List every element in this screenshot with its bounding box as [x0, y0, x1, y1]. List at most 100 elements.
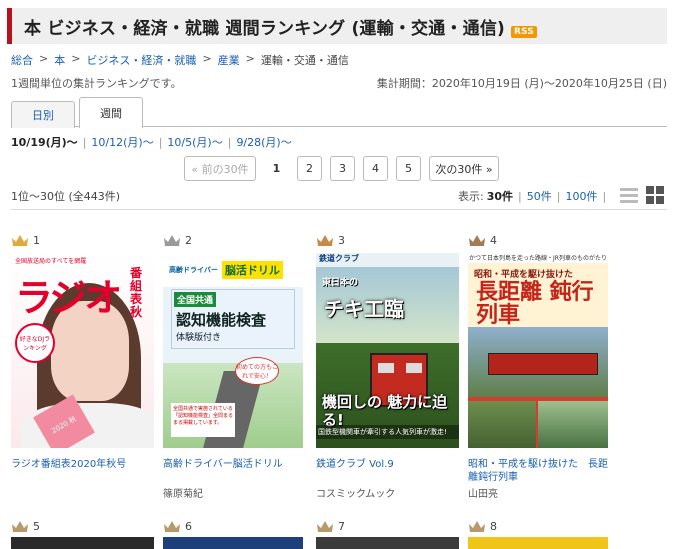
week-current: 10/19(月)～	[11, 136, 78, 149]
result-count: 1位～30位 (全443件)	[11, 190, 121, 203]
cover-badge: 好きなDJランキング	[15, 323, 55, 363]
rank-line: 2	[163, 232, 303, 248]
breadcrumb-separator: >	[71, 52, 81, 65]
cover-text: 機回しの 魅力に迫る!	[322, 393, 448, 429]
week-selector: 10/19(月)～ | 10/12(月)～ | 10/5(月)～ | 9/28(…	[11, 134, 292, 150]
display-count-selector: 表示: 30件 | 50件 | 100件 |	[458, 188, 611, 204]
rss-badge[interactable]: RSS	[510, 25, 538, 38]
book-title-link[interactable]: 鉄道クラブ Vol.9	[316, 458, 461, 471]
rank-line: 6	[163, 518, 303, 534]
crown-icon	[163, 234, 181, 247]
ranking-item: 4	[468, 232, 608, 248]
page-button[interactable]: 2	[297, 156, 322, 181]
week-link[interactable]: 9/28(月)～	[236, 134, 291, 150]
display-option-100[interactable]: 100件	[565, 188, 597, 204]
book-title-link[interactable]: 昭和・平成を駆け抜けた 長距離鈍行列車	[468, 458, 613, 484]
cover-text: 全国共通で実施されている「認知機能検査」全問まるまる掲載しています。	[171, 403, 235, 437]
rank-line: 3	[316, 232, 456, 248]
pagination: « 前の30件 1 2 3 4 5 次の30件 »	[184, 156, 499, 181]
breadcrumb-separator: >	[39, 52, 49, 65]
rank-line: 4	[468, 232, 608, 248]
breadcrumb: 総合 > 本 > ビジネス・経済・就職 > 産業 > 運輸・交通・通信	[11, 52, 349, 68]
cover-text: 全国放送局のすべてを網羅	[15, 258, 87, 265]
tab-daily[interactable]: 日別	[11, 101, 75, 128]
rank-line: 1	[11, 232, 151, 248]
display-separator: |	[518, 189, 522, 203]
prev-page-button[interactable]: « 前の30件	[184, 156, 256, 181]
book-author: コスミックムック	[316, 489, 396, 500]
breadcrumb-separator: >	[202, 52, 212, 65]
book-cover-image[interactable]	[163, 537, 303, 549]
crown-icon	[468, 234, 486, 247]
display-separator: |	[556, 189, 561, 203]
book-cover-image[interactable]	[316, 537, 459, 549]
page-button[interactable]: 5	[396, 156, 421, 181]
cover-text: 初めての方もこれで安心！	[235, 357, 279, 385]
book-title-link[interactable]: 高齢ドライバー脳活ドリル	[163, 458, 308, 471]
rank-number: 4	[490, 233, 497, 247]
week-link[interactable]: 10/12(月)～	[91, 134, 153, 150]
ranking-item: 1	[11, 232, 151, 248]
book-author: 篠原菊紀	[163, 489, 203, 500]
breadcrumb-item-books[interactable]: 本	[54, 52, 65, 68]
next-page-button[interactable]: 次の30件 »	[429, 156, 499, 181]
breadcrumb-separator: >	[245, 52, 255, 65]
cover-text: 昭和・平成を駆け抜けた	[474, 270, 574, 280]
grid-view-icon[interactable]	[646, 186, 664, 204]
crown-icon	[11, 234, 29, 247]
ranking-item: 7	[316, 518, 456, 534]
display-option-50[interactable]: 50件	[527, 188, 552, 204]
book-author: 山田亮	[468, 489, 498, 500]
cover-text: 体験版付き	[176, 333, 222, 343]
book-cover-image[interactable]: 全国放送局のすべてを網羅 ラジオ 番組表 秋 好きなDJランキング 2020 秋	[11, 253, 154, 448]
rank-number: 2	[185, 233, 192, 247]
crown-icon	[468, 520, 486, 533]
rank-line: 7	[316, 518, 456, 534]
breadcrumb-item-industry[interactable]: 産業	[218, 52, 240, 68]
tab-weekly[interactable]: 週間	[79, 97, 143, 128]
rank-number: 8	[490, 519, 497, 533]
cover-text: かつて日本列島を走った路線・JR列車のものがたり	[468, 253, 608, 263]
breadcrumb-item-all[interactable]: 総合	[11, 52, 33, 68]
ranking-item: 6	[163, 518, 303, 534]
cover-text: 高齢ドライバー	[169, 266, 218, 274]
ranking-description: 1週間単位の集計ランキングです。	[11, 77, 182, 90]
rank-number: 6	[185, 519, 192, 533]
cover-text: 長距離 鈍行列車	[476, 280, 594, 328]
cover-text: 国鉄型機関車が牽引する人気列車が激走!	[316, 425, 459, 439]
rank-number: 5	[33, 519, 40, 533]
cover-text: チキ工臨	[324, 297, 404, 321]
ranking-period: 集計期間：2020年10月19日 (月)～2020年10月25日 (日)	[376, 77, 667, 90]
cover-text: 脳活ドリル	[221, 261, 283, 279]
cover-text: 東日本の	[322, 278, 359, 288]
rank-line: 8	[468, 518, 608, 534]
book-cover-image[interactable]	[468, 537, 608, 549]
rank-number: 7	[338, 519, 345, 533]
page-title-bar: 本 ビジネス・経済・就職 週間ランキング (運輸・交通・通信) RSS	[7, 8, 667, 44]
cover-text: 全国共通	[174, 292, 217, 307]
ranking-item: 8	[468, 518, 608, 534]
cover-text: 鉄道クラブ	[316, 253, 459, 267]
list-view-icon[interactable]	[620, 186, 638, 204]
view-toggle	[620, 186, 664, 204]
ranking-item: 2	[163, 232, 303, 248]
ranking-item: 3	[316, 232, 456, 248]
week-separator: |	[227, 135, 232, 149]
display-label: 表示:	[458, 190, 484, 203]
breadcrumb-item-business[interactable]: ビジネス・経済・就職	[86, 52, 196, 68]
page-button[interactable]: 4	[363, 156, 388, 181]
rank-number: 3	[338, 233, 345, 247]
week-link[interactable]: 10/5(月)～	[167, 134, 222, 150]
display-separator: |	[602, 189, 607, 203]
book-title-link[interactable]: ラジオ番組表2020年秋号	[11, 458, 156, 471]
crown-icon	[316, 234, 334, 247]
page-button[interactable]: 3	[330, 156, 355, 181]
book-cover-image[interactable]: 高齢ドライバー 脳活ドリル 全国共通 認知機能検査 体験版付き 初めての方もこれで…	[163, 253, 303, 448]
cover-text: 番組表 秋	[130, 266, 143, 319]
divider	[11, 209, 667, 210]
book-cover-image[interactable]: 鉄道クラブ 東日本の チキ工臨 機回しの 魅力に迫る! 国鉄型機関車が牽引する人…	[316, 253, 459, 448]
book-cover-image[interactable]: かつて日本列島を走った路線・JR列車のものがたり 昭和・平成を駆け抜けた 長距離…	[468, 253, 608, 448]
cover-masthead: ラジオ	[15, 276, 122, 320]
week-separator: |	[158, 135, 163, 149]
book-cover-image[interactable]	[11, 537, 154, 549]
